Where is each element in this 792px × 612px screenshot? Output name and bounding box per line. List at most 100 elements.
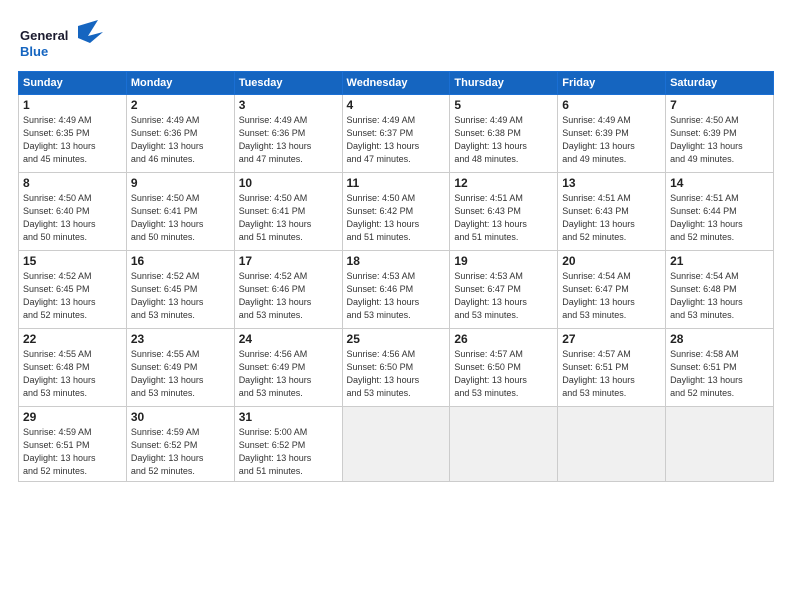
calendar-header-saturday: Saturday xyxy=(666,72,774,95)
day-detail: Sunrise: 4:50 AM Sunset: 6:41 PM Dayligh… xyxy=(131,192,230,244)
day-number: 10 xyxy=(239,176,338,190)
calendar-cell: 25 Sunrise: 4:56 AM Sunset: 6:50 PM Dayli… xyxy=(342,329,450,407)
calendar-cell: 6Sunrise: 4:49 AM Sunset: 6:39 PM Daylig… xyxy=(558,95,666,173)
day-detail: Sunrise: 4:49 AM Sunset: 6:39 PM Dayligh… xyxy=(562,114,661,166)
calendar-cell: 29 Sunrise: 4:59 AM Sunset: 6:51 PM Dayli… xyxy=(19,407,127,482)
calendar-header-monday: Monday xyxy=(126,72,234,95)
day-number: 30 xyxy=(131,410,230,424)
calendar-cell: 9 Sunrise: 4:50 AM Sunset: 6:41 PM Daylig… xyxy=(126,173,234,251)
calendar-cell xyxy=(558,407,666,482)
day-number: 26 xyxy=(454,332,553,346)
calendar-week-row: 29 Sunrise: 4:59 AM Sunset: 6:51 PM Dayli… xyxy=(19,407,774,482)
day-number: 24 xyxy=(239,332,338,346)
day-number: 31 xyxy=(239,410,338,424)
calendar-cell: 5Sunrise: 4:49 AM Sunset: 6:38 PM Daylig… xyxy=(450,95,558,173)
day-number: 9 xyxy=(131,176,230,190)
day-detail: Sunrise: 4:58 AM Sunset: 6:51 PM Dayligh… xyxy=(670,348,769,400)
svg-text:General: General xyxy=(20,28,68,43)
calendar-cell: 27 Sunrise: 4:57 AM Sunset: 6:51 PM Dayli… xyxy=(558,329,666,407)
calendar-cell: 13 Sunrise: 4:51 AM Sunset: 6:43 PM Dayli… xyxy=(558,173,666,251)
calendar-cell: 28Sunrise: 4:58 AM Sunset: 6:51 PM Dayli… xyxy=(666,329,774,407)
day-detail: Sunrise: 4:51 AM Sunset: 6:43 PM Dayligh… xyxy=(562,192,661,244)
day-number: 25 xyxy=(347,332,446,346)
day-number: 19 xyxy=(454,254,553,268)
calendar-cell xyxy=(666,407,774,482)
day-detail: Sunrise: 4:50 AM Sunset: 6:42 PM Dayligh… xyxy=(347,192,446,244)
calendar-cell: 22 Sunrise: 4:55 AM Sunset: 6:48 PM Dayli… xyxy=(19,329,127,407)
day-detail: Sunrise: 4:51 AM Sunset: 6:44 PM Dayligh… xyxy=(670,192,769,244)
day-detail: Sunrise: 4:49 AM Sunset: 6:36 PM Dayligh… xyxy=(131,114,230,166)
day-detail: Sunrise: 4:59 AM Sunset: 6:51 PM Dayligh… xyxy=(23,426,122,478)
calendar-cell: 12Sunrise: 4:51 AM Sunset: 6:43 PM Dayli… xyxy=(450,173,558,251)
day-detail: Sunrise: 4:49 AM Sunset: 6:36 PM Dayligh… xyxy=(239,114,338,166)
calendar-week-row: 22 Sunrise: 4:55 AM Sunset: 6:48 PM Dayli… xyxy=(19,329,774,407)
day-detail: Sunrise: 4:49 AM Sunset: 6:37 PM Dayligh… xyxy=(347,114,446,166)
day-detail: Sunrise: 4:49 AM Sunset: 6:38 PM Dayligh… xyxy=(454,114,553,166)
day-number: 29 xyxy=(23,410,122,424)
day-number: 3 xyxy=(239,98,338,112)
day-detail: Sunrise: 4:54 AM Sunset: 6:47 PM Dayligh… xyxy=(562,270,661,322)
day-detail: Sunrise: 4:56 AM Sunset: 6:50 PM Dayligh… xyxy=(347,348,446,400)
calendar-cell: 2 Sunrise: 4:49 AM Sunset: 6:36 PM Daylig… xyxy=(126,95,234,173)
day-detail: Sunrise: 4:54 AM Sunset: 6:48 PM Dayligh… xyxy=(670,270,769,322)
day-number: 7 xyxy=(670,98,769,112)
calendar-cell: 31 Sunrise: 5:00 AM Sunset: 6:52 PM Dayli… xyxy=(234,407,342,482)
day-number: 20 xyxy=(562,254,661,268)
day-detail: Sunrise: 4:53 AM Sunset: 6:46 PM Dayligh… xyxy=(347,270,446,322)
calendar-cell: 26 Sunrise: 4:57 AM Sunset: 6:50 PM Dayli… xyxy=(450,329,558,407)
day-number: 22 xyxy=(23,332,122,346)
calendar-cell: 11 Sunrise: 4:50 AM Sunset: 6:42 PM Dayli… xyxy=(342,173,450,251)
calendar-header-sunday: Sunday xyxy=(19,72,127,95)
calendar-table: SundayMondayTuesdayWednesdayThursdayFrid… xyxy=(18,71,774,482)
page: General Blue SundayMondayTuesdayWednesda… xyxy=(0,0,792,612)
calendar-header-row: SundayMondayTuesdayWednesdayThursdayFrid… xyxy=(19,72,774,95)
calendar-cell: 18 Sunrise: 4:53 AM Sunset: 6:46 PM Dayli… xyxy=(342,251,450,329)
day-detail: Sunrise: 4:57 AM Sunset: 6:51 PM Dayligh… xyxy=(562,348,661,400)
calendar-week-row: 15Sunrise: 4:52 AM Sunset: 6:45 PM Dayli… xyxy=(19,251,774,329)
calendar-cell: 1 Sunrise: 4:49 AM Sunset: 6:35 PM Daylig… xyxy=(19,95,127,173)
day-number: 11 xyxy=(347,176,446,190)
day-number: 1 xyxy=(23,98,122,112)
calendar-cell: 23 Sunrise: 4:55 AM Sunset: 6:49 PM Dayli… xyxy=(126,329,234,407)
calendar-cell: 17Sunrise: 4:52 AM Sunset: 6:46 PM Dayli… xyxy=(234,251,342,329)
day-number: 4 xyxy=(347,98,446,112)
logo-svg: General Blue xyxy=(18,18,108,63)
day-detail: Sunrise: 4:50 AM Sunset: 6:41 PM Dayligh… xyxy=(239,192,338,244)
day-detail: Sunrise: 4:56 AM Sunset: 6:49 PM Dayligh… xyxy=(239,348,338,400)
calendar-cell: 10 Sunrise: 4:50 AM Sunset: 6:41 PM Dayli… xyxy=(234,173,342,251)
calendar-cell: 24 Sunrise: 4:56 AM Sunset: 6:49 PM Dayli… xyxy=(234,329,342,407)
calendar-cell: 14 Sunrise: 4:51 AM Sunset: 6:44 PM Dayli… xyxy=(666,173,774,251)
calendar-header-wednesday: Wednesday xyxy=(342,72,450,95)
day-number: 8 xyxy=(23,176,122,190)
calendar-week-row: 1 Sunrise: 4:49 AM Sunset: 6:35 PM Daylig… xyxy=(19,95,774,173)
day-detail: Sunrise: 4:55 AM Sunset: 6:48 PM Dayligh… xyxy=(23,348,122,400)
calendar-cell: 20 Sunrise: 4:54 AM Sunset: 6:47 PM Dayli… xyxy=(558,251,666,329)
day-detail: Sunrise: 4:50 AM Sunset: 6:39 PM Dayligh… xyxy=(670,114,769,166)
day-detail: Sunrise: 4:55 AM Sunset: 6:49 PM Dayligh… xyxy=(131,348,230,400)
day-number: 27 xyxy=(562,332,661,346)
day-detail: Sunrise: 4:57 AM Sunset: 6:50 PM Dayligh… xyxy=(454,348,553,400)
calendar-header-thursday: Thursday xyxy=(450,72,558,95)
svg-text:Blue: Blue xyxy=(20,44,48,59)
calendar-cell: 3 Sunrise: 4:49 AM Sunset: 6:36 PM Daylig… xyxy=(234,95,342,173)
day-number: 23 xyxy=(131,332,230,346)
calendar-cell: 21 Sunrise: 4:54 AM Sunset: 6:48 PM Dayli… xyxy=(666,251,774,329)
day-number: 17 xyxy=(239,254,338,268)
header: General Blue xyxy=(18,18,774,63)
calendar-cell xyxy=(450,407,558,482)
calendar-cell: 19 Sunrise: 4:53 AM Sunset: 6:47 PM Dayli… xyxy=(450,251,558,329)
calendar-cell: 8Sunrise: 4:50 AM Sunset: 6:40 PM Daylig… xyxy=(19,173,127,251)
day-detail: Sunrise: 5:00 AM Sunset: 6:52 PM Dayligh… xyxy=(239,426,338,478)
logo: General Blue xyxy=(18,18,108,63)
day-number: 13 xyxy=(562,176,661,190)
day-detail: Sunrise: 4:52 AM Sunset: 6:45 PM Dayligh… xyxy=(131,270,230,322)
day-number: 14 xyxy=(670,176,769,190)
day-number: 18 xyxy=(347,254,446,268)
day-detail: Sunrise: 4:49 AM Sunset: 6:35 PM Dayligh… xyxy=(23,114,122,166)
day-number: 16 xyxy=(131,254,230,268)
calendar-header-friday: Friday xyxy=(558,72,666,95)
day-number: 2 xyxy=(131,98,230,112)
calendar-cell: 15Sunrise: 4:52 AM Sunset: 6:45 PM Dayli… xyxy=(19,251,127,329)
day-number: 21 xyxy=(670,254,769,268)
day-detail: Sunrise: 4:53 AM Sunset: 6:47 PM Dayligh… xyxy=(454,270,553,322)
